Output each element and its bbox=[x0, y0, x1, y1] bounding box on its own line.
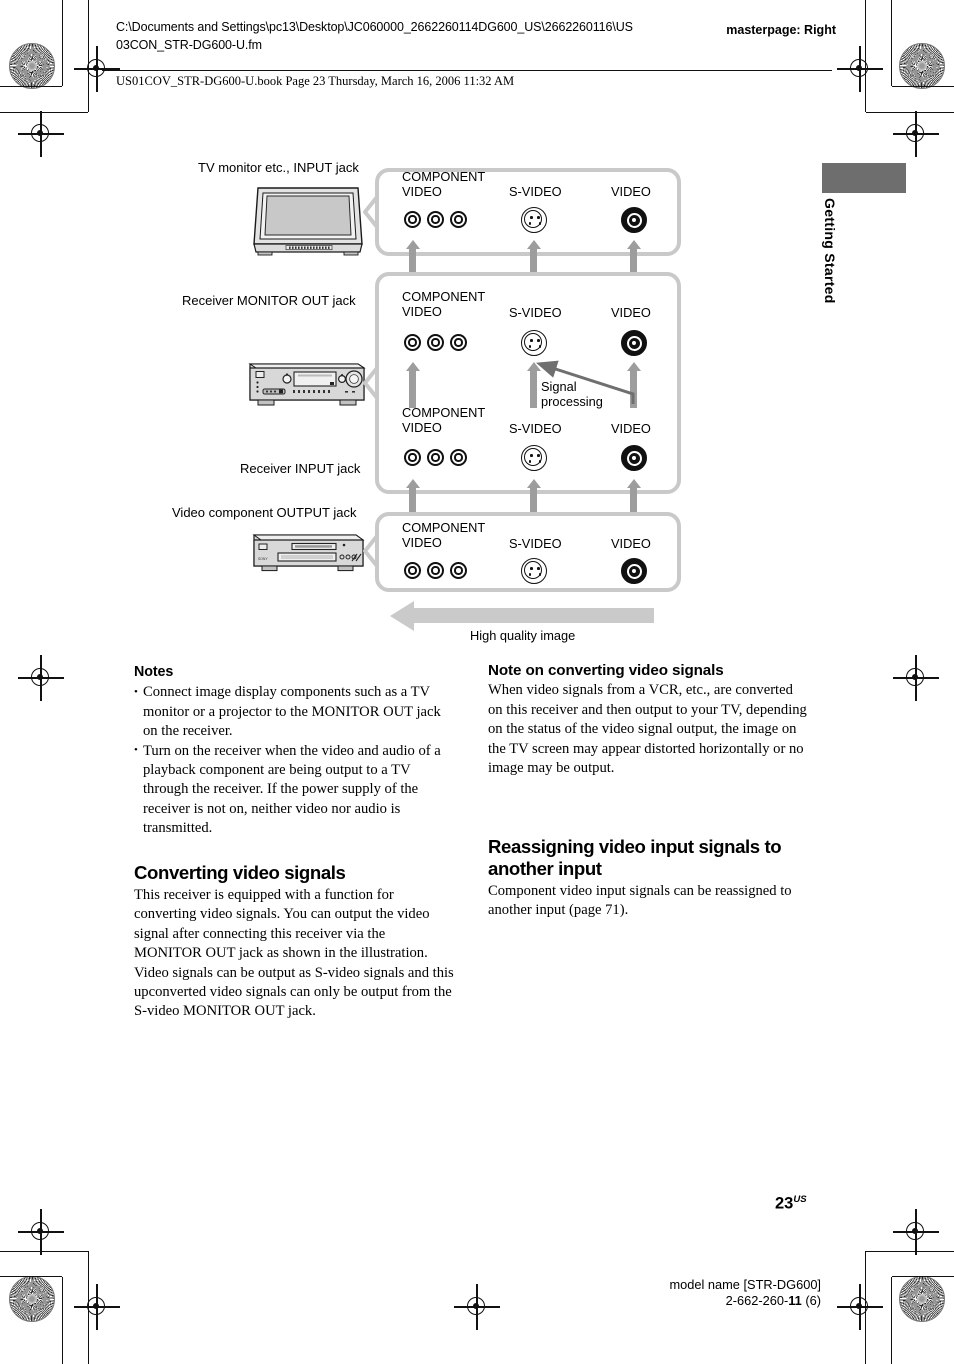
registration-mark-right-middle bbox=[893, 655, 939, 701]
jack-label-video-monitorout: VIDEO bbox=[611, 305, 651, 320]
label-receiver-monitor-out-jack: Receiver MONITOR OUT jack bbox=[182, 293, 356, 308]
jack-label-video-source: VIDEO bbox=[611, 536, 651, 551]
jack-label-component-video-tv: COMPONENT VIDEO bbox=[402, 169, 486, 199]
pointer-receiver bbox=[363, 367, 379, 399]
crop-line-bottom-right-h2 bbox=[866, 1251, 954, 1253]
jack-label-component-video-receiverinput: COMPONENT VIDEO bbox=[402, 405, 486, 435]
rca-jack-pb-receiverinput bbox=[427, 449, 444, 466]
rca-jack-pr-source bbox=[450, 562, 467, 579]
jack-label-svideo-receiverinput: S-VIDEO bbox=[509, 421, 562, 436]
composite-video-jack-monitorout bbox=[621, 330, 647, 356]
notes-list: Connect image display components such as… bbox=[134, 683, 456, 838]
jack-label-component-video-monitorout: COMPONENT VIDEO bbox=[402, 289, 486, 319]
crop-line-bottom-left-h bbox=[0, 1276, 62, 1278]
doc-code-bold: 11 bbox=[788, 1293, 802, 1308]
crop-line-bottom-left-v bbox=[62, 1277, 64, 1364]
star-target-bottom-right bbox=[899, 1276, 945, 1322]
page-number: 23US bbox=[775, 1194, 807, 1214]
converting-paragraph-1: This receiver is equipped with a functio… bbox=[134, 887, 430, 962]
high-quality-image-caption: High quality image bbox=[470, 628, 576, 643]
reassigning-heading: Reassigning video input signals to anoth… bbox=[488, 836, 782, 879]
converting-video-signals-heading: Converting video signals bbox=[134, 862, 346, 883]
page-number-value: 23 bbox=[775, 1194, 794, 1213]
crop-line-bottom-right-h bbox=[892, 1276, 954, 1278]
s-video-jack-receiverinput bbox=[521, 445, 547, 471]
reassigning-section: Reassigning video input signals to anoth… bbox=[488, 836, 810, 921]
label-tv-input-jack: TV monitor etc., INPUT jack bbox=[198, 160, 359, 175]
tv-monitor-illustration bbox=[253, 187, 363, 256]
registration-mark-bottom-right bbox=[837, 1284, 883, 1330]
footer-model-name: model name [STR-DG600] bbox=[669, 1277, 822, 1292]
converting-video-signals-section: Converting video signals This receiver i… bbox=[134, 862, 456, 1022]
note-item: Turn on the receiver when the video and … bbox=[134, 741, 456, 839]
converting-paragraph-2: Video signals can be output as S-video s… bbox=[134, 964, 454, 1020]
composite-video-jack-receiverinput bbox=[621, 445, 647, 471]
note-on-converting-body: When video signals from a VCR, etc., are… bbox=[488, 682, 807, 777]
note-on-converting-heading: Note on converting video signals bbox=[488, 662, 724, 679]
composite-video-jack-tv bbox=[621, 207, 647, 233]
star-target-bottom-left bbox=[9, 1276, 55, 1322]
page-number-suffix: US bbox=[793, 1194, 807, 1205]
receiver-illustration bbox=[248, 363, 366, 406]
reassigning-paragraph-1: Component video input signals can be rea… bbox=[488, 883, 792, 919]
registration-mark-right-lower bbox=[893, 1209, 939, 1255]
crop-line-bottom-right-v bbox=[891, 1277, 893, 1364]
registration-mark-bottom-center bbox=[454, 1284, 500, 1330]
note-item: Connect image display components such as… bbox=[134, 683, 456, 741]
notes-heading: Notes bbox=[134, 664, 174, 680]
jack-label-svideo-monitorout: S-VIDEO bbox=[509, 305, 562, 320]
s-video-jack-source bbox=[521, 558, 547, 584]
rca-jack-pb-monitorout bbox=[427, 334, 444, 351]
registration-mark-left-lower bbox=[18, 1209, 64, 1255]
label-video-component-output-jack: Video component OUTPUT jack bbox=[172, 505, 357, 520]
crop-line-bottom-left-v2 bbox=[88, 1251, 90, 1364]
s-video-jack-monitorout bbox=[521, 330, 547, 356]
arrow-component-internal bbox=[405, 362, 420, 408]
rca-jack-y-tv bbox=[404, 211, 421, 228]
video-signal-flow-diagram: TV monitor etc., INPUT jack Receiver MON… bbox=[0, 0, 954, 660]
left-text-column: Notes Connect image display components s… bbox=[134, 663, 456, 839]
jack-label-video-receiverinput: VIDEO bbox=[611, 421, 651, 436]
composite-video-jack-source bbox=[621, 558, 647, 584]
pointer-tv bbox=[363, 196, 379, 228]
jack-label-svideo-source: S-VIDEO bbox=[509, 536, 562, 551]
rca-jack-pr-monitorout bbox=[450, 334, 467, 351]
rca-jack-pb-source bbox=[427, 562, 444, 579]
label-receiver-input-jack: Receiver INPUT jack bbox=[240, 461, 361, 476]
pointer-video-component bbox=[363, 535, 379, 567]
rca-jack-pr-receiverinput bbox=[450, 449, 467, 466]
jack-label-svideo-tv: S-VIDEO bbox=[509, 184, 562, 199]
rca-jack-pr-tv bbox=[450, 211, 467, 228]
doc-code-prefix: 2-662-260- bbox=[725, 1293, 789, 1308]
doc-code-suffix: (6) bbox=[801, 1293, 821, 1308]
crop-line-bottom-right-v2 bbox=[865, 1251, 867, 1364]
page-root: C:\Documents and Settings\pc13\Desktop\J… bbox=[0, 0, 954, 1364]
rca-jack-y-source bbox=[404, 562, 421, 579]
registration-mark-left-middle bbox=[18, 655, 64, 701]
signal-processing-caption: Signal processing bbox=[541, 379, 603, 409]
footer-doc-code: 2-662-260-11 (6) bbox=[726, 1293, 821, 1308]
registration-mark-bottom-left bbox=[74, 1284, 120, 1330]
s-video-jack-tv bbox=[521, 207, 547, 233]
rca-jack-y-monitorout bbox=[404, 334, 421, 351]
video-component-illustration: SONY bbox=[252, 534, 365, 572]
svg-text:SONY: SONY bbox=[258, 557, 268, 561]
jack-label-component-video-source: COMPONENT VIDEO bbox=[402, 520, 486, 550]
crop-line-bottom-left-h2 bbox=[0, 1251, 88, 1253]
rca-jack-y-receiverinput bbox=[404, 449, 421, 466]
rca-jack-pb-tv bbox=[427, 211, 444, 228]
note-on-converting-section: Note on converting video signals When vi… bbox=[488, 661, 810, 778]
jack-label-video-tv: VIDEO bbox=[611, 184, 651, 199]
high-quality-image-arrow bbox=[390, 600, 654, 631]
